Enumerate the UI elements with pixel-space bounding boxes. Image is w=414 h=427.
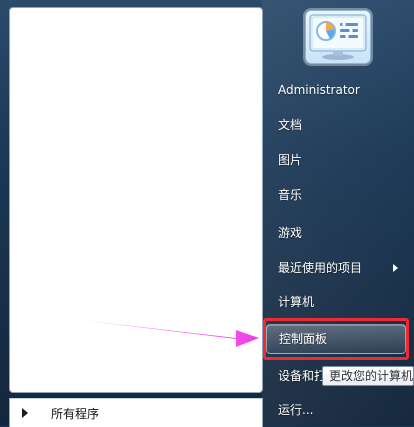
menu-item-games[interactable]: 游戏 [262, 219, 414, 247]
monitor-gauge-icon [309, 14, 367, 60]
menu-item-label: 游戏 [278, 226, 303, 240]
control-panel-tooltip: 更改您的计算机设 [322, 366, 414, 386]
highlight-box [263, 318, 409, 360]
menu-item-label: 计算机 [278, 295, 315, 309]
menu-item-label: 设备和打 [278, 369, 327, 383]
user-name-label: Administrator [278, 83, 360, 97]
menu-item-documents[interactable]: 文档 [262, 111, 414, 139]
start-menu: 所有程序 Administrator 文档 图片 音乐 游戏 最近使用的项目 计… [0, 0, 414, 427]
menu-item-label: 音乐 [278, 188, 303, 202]
user-name-link[interactable]: Administrator [262, 76, 414, 104]
chevron-right-icon [393, 264, 398, 272]
menu-item-label: 最近使用的项目 [278, 261, 363, 275]
menu-item-label: 图片 [278, 153, 303, 167]
menu-item-computer[interactable]: 计算机 [262, 288, 414, 316]
menu-item-label: 运行... [278, 403, 314, 417]
menu-item-music[interactable]: 音乐 [262, 181, 414, 209]
all-programs-button[interactable]: 所有程序 [9, 398, 263, 427]
user-avatar[interactable] [305, 10, 371, 64]
menu-item-label: 文档 [278, 118, 303, 132]
all-programs-label: 所有程序 [51, 407, 100, 421]
triangle-right-icon [22, 408, 28, 418]
menu-item-run[interactable]: 运行... [262, 396, 414, 424]
menu-item-recent-items[interactable]: 最近使用的项目 [262, 254, 414, 282]
programs-pane [9, 7, 263, 393]
menu-item-pictures[interactable]: 图片 [262, 146, 414, 174]
